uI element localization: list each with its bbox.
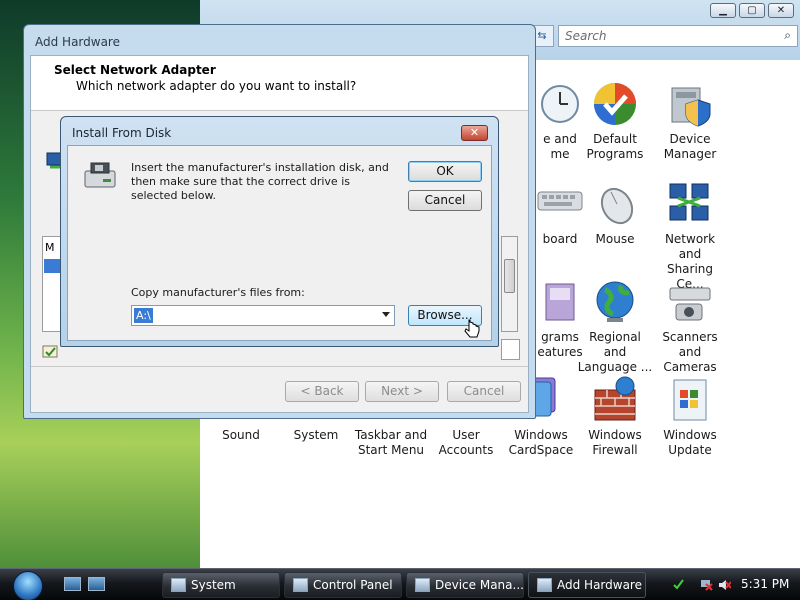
cp-item-label: System — [293, 428, 339, 442]
search-input[interactable]: Search ⌕ — [558, 25, 798, 47]
cp-item-device-manager[interactable]: Device Manager — [652, 80, 728, 162]
cp-item-windows-firewall[interactable]: Windows Firewall — [577, 376, 653, 458]
cp-item-windows-update[interactable]: Windows Update — [652, 376, 728, 458]
install-from-disk-dialog: Install From Disk ✕ Insert the manufactu… — [60, 116, 499, 347]
wizard-subheading: Which network adapter do you want to ins… — [76, 79, 357, 93]
cp-item-label: Manager — [663, 147, 717, 161]
cp-item-label: Network and — [664, 232, 716, 261]
device-manager-icon — [415, 578, 430, 592]
cp-item-label: Mouse — [595, 232, 635, 246]
control-panel-icon — [293, 578, 308, 592]
taskbar: System Control Panel Device Mana... Add … — [0, 568, 800, 600]
globe-icon — [591, 278, 639, 326]
scanner-icon — [666, 278, 714, 326]
add-hardware-icon — [537, 578, 552, 592]
dialog-message: Insert the manufacturer's installation d… — [131, 161, 389, 202]
dialog-cancel-button[interactable]: Cancel — [408, 190, 482, 211]
list-item-selected[interactable] — [44, 259, 60, 273]
taskbar-button-system[interactable]: System — [162, 572, 280, 598]
safely-remove-icon[interactable] — [672, 578, 685, 591]
source-path-combobox[interactable]: A:\ — [131, 305, 395, 326]
device-manager-icon — [666, 80, 714, 128]
dialog-body: Insert the manufacturer's installation d… — [67, 145, 492, 341]
cp-item-label: Start Menu — [357, 443, 425, 457]
switch-windows-icon[interactable] — [88, 577, 105, 591]
maximize-button[interactable]: ▢ — [739, 3, 765, 18]
next-button[interactable]: Next > — [365, 381, 439, 402]
cp-item-regional-language[interactable]: Regional and Language ... — [577, 278, 653, 375]
list-item[interactable]: M — [45, 241, 55, 254]
copy-from-label: Copy manufacturer's files from: — [131, 286, 305, 299]
cp-item-label: Accounts — [438, 443, 494, 457]
system-icon — [171, 578, 186, 592]
disk-drive-icon — [83, 161, 119, 191]
default-programs-icon — [591, 80, 639, 128]
adapter-list-scrollbar[interactable] — [501, 236, 518, 332]
taskbar-button-label: System — [191, 578, 236, 592]
have-disk-button[interactable] — [501, 339, 520, 360]
ok-button[interactable]: OK — [408, 161, 482, 182]
mouse-icon — [591, 180, 639, 228]
taskbar-button-label: Device Mana... — [435, 578, 524, 592]
back-button[interactable]: < Back — [285, 381, 359, 402]
cp-item-default-programs[interactable]: Default Programs — [577, 80, 653, 162]
close-icon[interactable]: ✕ — [461, 125, 488, 141]
dialog-title: Install From Disk — [72, 126, 172, 140]
network-icon — [666, 180, 714, 228]
close-button[interactable]: ✕ — [768, 3, 794, 18]
adapter-list[interactable]: M — [42, 236, 61, 332]
taskbar-button-label: Add Hardware — [557, 578, 642, 592]
wizard-cancel-button[interactable]: Cancel — [447, 381, 521, 402]
cp-item-label: Firewall — [592, 443, 638, 457]
cp-item-label: Language ... — [577, 360, 653, 374]
firewall-icon — [591, 376, 639, 424]
taskbar-button-add-hardware[interactable]: Add Hardware — [528, 572, 646, 598]
windows-logo-icon — [13, 571, 43, 600]
cp-item-label: Programs — [586, 147, 644, 161]
cp-item-label: Device — [669, 132, 711, 146]
cp-item-label: CardSpace — [508, 443, 574, 457]
cp-item-label: Sound — [222, 428, 260, 442]
network-status-icon[interactable] — [700, 578, 713, 591]
start-button[interactable] — [9, 569, 49, 600]
search-icon[interactable]: ⌕ — [784, 28, 791, 43]
cp-item-label: Regional and — [589, 330, 641, 359]
taskbar-button-device-manager[interactable]: Device Mana... — [406, 572, 524, 598]
cp-item-label: Update — [668, 443, 712, 457]
chevron-down-icon[interactable] — [382, 312, 390, 317]
minimize-button[interactable]: ▁ — [710, 3, 736, 18]
cp-item-mouse[interactable]: Mouse — [577, 180, 653, 247]
source-path-value[interactable]: A:\ — [134, 308, 153, 323]
digital-signature-icon — [42, 344, 60, 360]
cp-item-label: Taskbar and — [354, 428, 428, 442]
wizard-heading: Select Network Adapter — [54, 63, 216, 77]
clock[interactable]: 5:31 PM — [741, 577, 789, 591]
cp-item-label: Windows — [663, 428, 717, 442]
separator — [31, 366, 528, 367]
scrollbar-thumb[interactable] — [504, 259, 515, 293]
mouse-pointer-icon — [464, 319, 480, 341]
volume-muted-icon[interactable] — [718, 578, 731, 591]
update-icon — [666, 376, 714, 424]
cp-item-label: User — [452, 428, 480, 442]
cp-item-label: Cameras — [663, 360, 717, 374]
cp-item-network-sharing[interactable]: Network and Sharing Ce... — [652, 180, 728, 292]
cp-item-label: Scanners and — [662, 330, 718, 359]
cp-item-label: Windows — [588, 428, 642, 442]
cp-item-scanners-cameras[interactable]: Scanners and Cameras — [652, 278, 728, 375]
taskbar-button-control-panel[interactable]: Control Panel — [284, 572, 402, 598]
cp-item-label: Default — [593, 132, 637, 146]
wizard-header: Select Network Adapter Which network ada… — [31, 56, 528, 111]
window-title: Add Hardware — [35, 35, 120, 49]
cp-item-label: Windows — [514, 428, 568, 442]
taskbar-button-label: Control Panel — [313, 578, 393, 592]
system-tray: 5:31 PM — [666, 569, 800, 600]
search-placeholder: Search — [565, 29, 607, 43]
show-desktop-icon[interactable] — [64, 577, 81, 591]
